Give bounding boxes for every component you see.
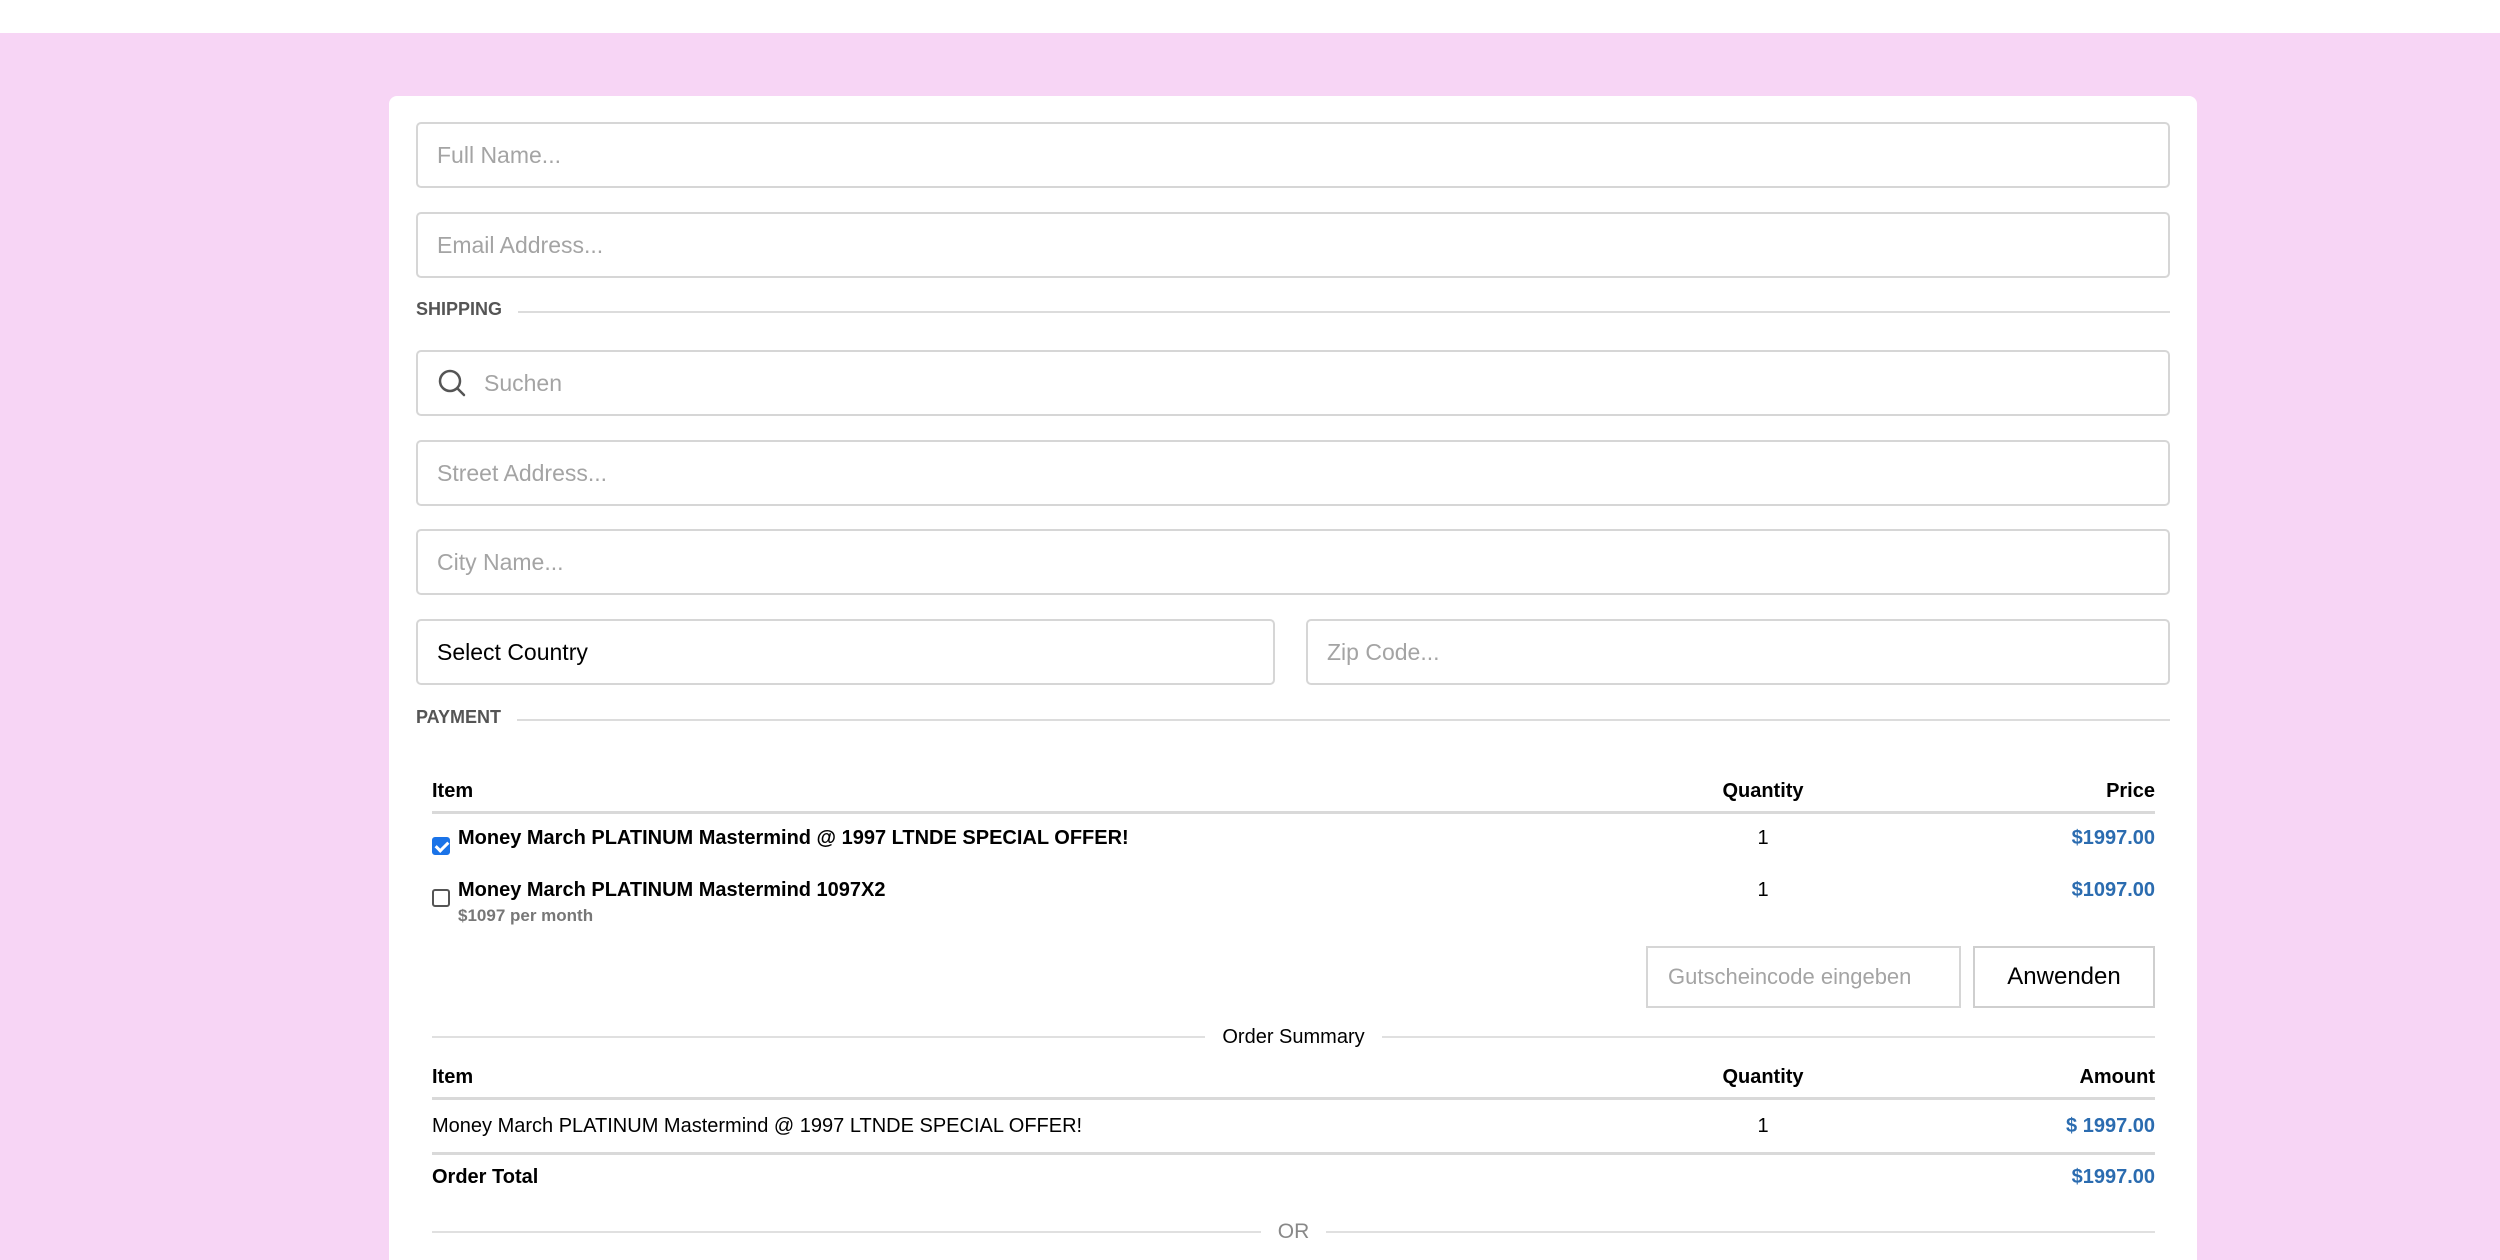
- country-value: Select Country: [437, 638, 588, 665]
- product-checkbox-checked[interactable]: [432, 837, 450, 855]
- city-placeholder: City Name...: [437, 548, 564, 575]
- product-quantity: 1: [1757, 879, 1769, 901]
- summary-quantity: 1: [1757, 1115, 1769, 1137]
- order-summary-divider: Order Summary: [432, 1022, 2155, 1052]
- summary-header-amount: Amount: [2079, 1066, 2155, 1088]
- header-price: Price: [2106, 780, 2155, 802]
- address-search-input[interactable]: Suchen: [416, 350, 2170, 416]
- header-quantity: Quantity: [1722, 780, 1804, 802]
- apply-coupon-button[interactable]: Anwenden: [1973, 946, 2155, 1008]
- payment-table-header: Item Quantity Price: [432, 780, 2155, 814]
- coupon-placeholder: Gutscheincode eingeben: [1668, 964, 1912, 989]
- or-divider: OR: [432, 1217, 2155, 1247]
- country-select[interactable]: Select Country: [416, 619, 1275, 685]
- product-subtitle: $1097 per month: [458, 906, 594, 925]
- order-total-amount: $1997.00: [2071, 1166, 2155, 1188]
- summary-header-item: Item: [432, 1066, 474, 1088]
- product-title: Money March PLATINUM Mastermind 1097X2: [458, 879, 886, 901]
- payment-section-label: PAYMENT: [416, 707, 2170, 728]
- email-input[interactable]: Email Address...: [416, 212, 2170, 278]
- order-total-label: Order Total: [432, 1166, 539, 1188]
- product-row[interactable]: Money March PLATINUM Mastermind 1097X2 $…: [432, 879, 2155, 929]
- search-icon: [437, 368, 467, 398]
- shipping-section-label: SHIPPING: [416, 299, 2170, 320]
- coupon-code-input[interactable]: Gutscheincode eingeben: [1646, 946, 1961, 1008]
- summary-row: Money March PLATINUM Mastermind @ 1997 L…: [432, 1103, 2155, 1155]
- full-name-input[interactable]: Full Name...: [416, 122, 2170, 188]
- street-address-input[interactable]: Street Address...: [416, 440, 2170, 506]
- shipping-divider: [518, 310, 2170, 313]
- top-bar: [0, 0, 2500, 33]
- summary-header-quantity: Quantity: [1722, 1066, 1804, 1088]
- zip-placeholder: Zip Code...: [1327, 638, 1440, 665]
- product-checkbox[interactable]: [432, 889, 450, 907]
- header-item: Item: [432, 780, 474, 802]
- street-placeholder: Street Address...: [437, 459, 608, 486]
- product-title: Money March PLATINUM Mastermind @ 1997 L…: [458, 827, 1129, 849]
- checkout-card: Full Name... Email Address... SHIPPING S…: [389, 96, 2197, 1260]
- zip-code-input[interactable]: Zip Code...: [1306, 619, 2170, 685]
- order-summary-title: Order Summary: [1222, 1025, 1365, 1048]
- full-name-placeholder: Full Name...: [437, 141, 561, 168]
- summary-amount: $ 1997.00: [2066, 1115, 2155, 1137]
- payment-divider: [517, 718, 2170, 721]
- product-row[interactable]: Money March PLATINUM Mastermind @ 1997 L…: [432, 827, 2155, 867]
- product-price: $1097.00: [2071, 879, 2155, 901]
- email-placeholder: Email Address...: [437, 231, 604, 258]
- search-placeholder: Suchen: [484, 369, 563, 396]
- summary-table-header: Item Quantity Amount: [432, 1066, 2155, 1100]
- product-price: $1997.00: [2071, 827, 2155, 849]
- product-quantity: 1: [1757, 827, 1769, 849]
- or-label: OR: [1277, 1220, 1310, 1243]
- city-input[interactable]: City Name...: [416, 529, 2170, 595]
- summary-item: Money March PLATINUM Mastermind @ 1997 L…: [432, 1115, 1083, 1137]
